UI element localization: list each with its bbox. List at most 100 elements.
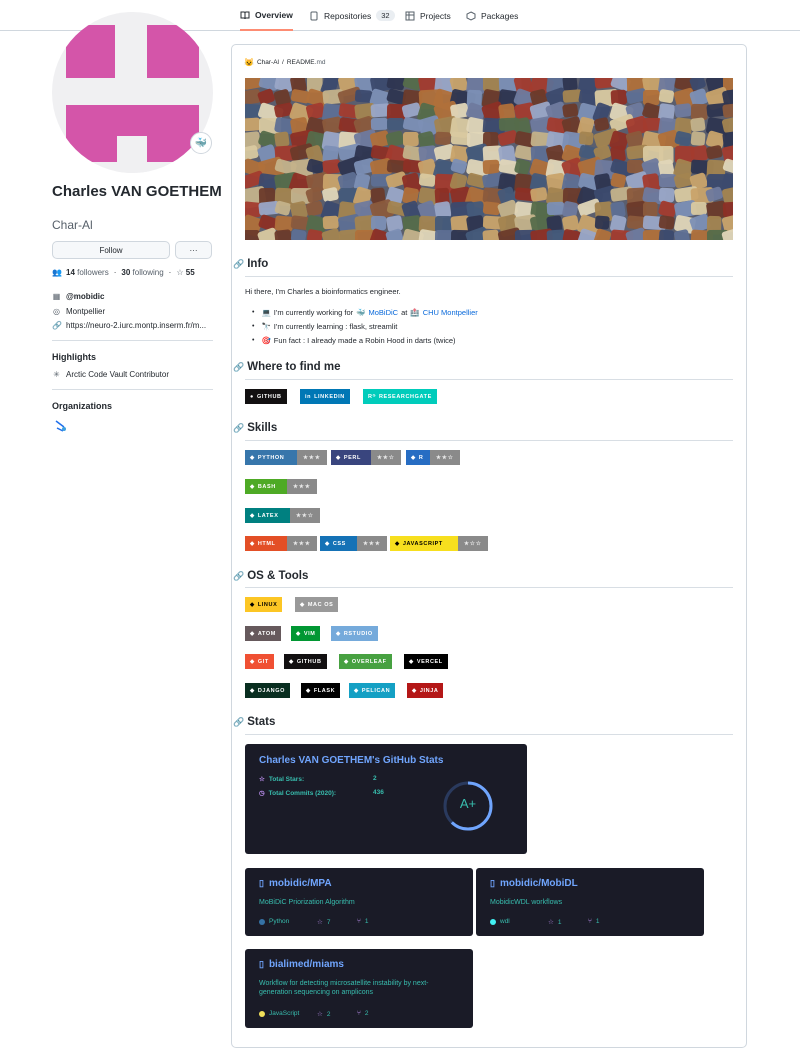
repo-name[interactable]: mobidic/MPA bbox=[269, 878, 332, 889]
highlights-heading: Highlights bbox=[52, 352, 96, 362]
people-icon: 👥 bbox=[52, 268, 62, 277]
hospital-icon: 🏥 bbox=[410, 308, 420, 317]
star-icon: ☆ bbox=[317, 1011, 323, 1018]
package-icon bbox=[466, 10, 476, 21]
link-icon: 🔗 bbox=[52, 321, 62, 330]
profile-name: Charles VAN GOETHEM bbox=[52, 183, 222, 200]
skill-badge[interactable]: ◆ PYTHON ★★★ bbox=[245, 450, 327, 465]
tool-badge[interactable]: ◆ VERCEL bbox=[404, 654, 448, 669]
stats-heading: 🔗 Stats bbox=[233, 716, 276, 728]
tab-projects[interactable]: Projects bbox=[405, 0, 451, 31]
grade-text: A+ bbox=[459, 796, 477, 811]
tool-icon: ◆ bbox=[412, 687, 417, 694]
tool-badge[interactable]: ◆ DJANGO bbox=[245, 683, 290, 698]
organizations-heading: Organizations bbox=[52, 401, 113, 411]
readme-breadcrumb: 😺 Char-Al / README .md bbox=[244, 58, 326, 67]
github-badge[interactable]: ● GITHUB bbox=[245, 389, 287, 404]
skill-icon: ◆ bbox=[250, 512, 255, 519]
repo-name[interactable]: mobidic/MobiDL bbox=[500, 878, 578, 889]
stars-link[interactable]: ☆ 55 bbox=[176, 268, 194, 277]
tab-overview[interactable]: Overview bbox=[240, 0, 293, 31]
location-icon: ◎ bbox=[53, 307, 60, 316]
tool-badge[interactable]: ◆ MAC OS bbox=[295, 597, 339, 612]
snowflake-icon: ✳ bbox=[53, 370, 60, 379]
total-stars-row: ☆ Total Stars: bbox=[259, 775, 305, 784]
repo-name[interactable]: bialimed/miams bbox=[269, 959, 344, 970]
repo-stars: ☆ 1 bbox=[548, 918, 562, 927]
smiley-icon: 😺 bbox=[244, 58, 254, 67]
crumb-user[interactable]: Char-Al bbox=[257, 59, 279, 66]
repo-card[interactable]: ▯ mobidic/MobiDL MobidicWDL workflows wdl ☆ 1… bbox=[476, 868, 704, 936]
anchor-link-icon[interactable]: 🔗 bbox=[233, 259, 244, 270]
skill-badge[interactable]: ◆ CSS ★★★ bbox=[320, 536, 387, 551]
mobidic-link[interactable]: MoBiDiC bbox=[369, 308, 399, 317]
avatar[interactable] bbox=[52, 12, 213, 173]
website-link[interactable]: https://neuro-2.iurc.montp.inserm.fr/m..… bbox=[66, 321, 206, 330]
repo-card[interactable]: ▯ bialimed/miams Workflow for detecting mi… bbox=[245, 949, 473, 1028]
skill-badge[interactable]: ◆ R ★★☆ bbox=[406, 450, 460, 465]
star-icon: ☆ bbox=[176, 268, 184, 277]
repo-description: MobidicWDL workflows bbox=[490, 899, 563, 906]
tool-badge[interactable]: ◆ RSTUDIO bbox=[331, 626, 378, 641]
skill-badge[interactable]: ◆ LATEX ★★☆ bbox=[245, 508, 320, 523]
repo-card[interactable]: ▯ mobidic/MPA MoBiDiC Priorization Algorit… bbox=[245, 868, 473, 936]
linkedin-icon: in bbox=[305, 393, 312, 400]
tool-icon: ◆ bbox=[250, 687, 255, 694]
history-icon: ◷ bbox=[259, 790, 265, 797]
repo-icon: ▯ bbox=[259, 959, 264, 969]
fork-icon: ⑂ bbox=[357, 1010, 361, 1017]
repo-stars: ☆ 7 bbox=[317, 918, 331, 927]
repo-language: Python bbox=[259, 918, 289, 925]
repo-language: JavaScript bbox=[259, 1010, 299, 1017]
skill-badge[interactable]: ◆ HTML ★★★ bbox=[245, 536, 317, 551]
org-link[interactable]: @mobidic bbox=[66, 292, 104, 301]
anchor-link-icon[interactable]: 🔗 bbox=[233, 423, 244, 434]
skill-badge[interactable]: ◆ JAVASCRIPT ★☆☆ bbox=[390, 536, 488, 551]
total-commits-row: ◷ Total Commits (2020): bbox=[259, 789, 337, 798]
tool-badge[interactable]: ◆ GITHUB bbox=[284, 654, 327, 669]
fork-icon: ⑂ bbox=[357, 918, 361, 925]
skill-icon: ◆ bbox=[411, 454, 416, 461]
skill-icon: ◆ bbox=[250, 483, 255, 490]
anchor-link-icon[interactable]: 🔗 bbox=[233, 571, 244, 582]
tool-badge[interactable]: ◆ ATOM bbox=[245, 626, 281, 641]
organization-icon: ▦ bbox=[52, 292, 61, 301]
chu-link[interactable]: CHU Montpellier bbox=[423, 308, 478, 317]
tool-icon: ◆ bbox=[300, 601, 305, 608]
tool-badge[interactable]: ◆ FLASK bbox=[301, 683, 341, 698]
skills-heading: 🔗 Skills bbox=[233, 422, 278, 434]
researchgate-icon: Rᴳ bbox=[368, 393, 376, 400]
tab-packages[interactable]: Packages bbox=[466, 0, 518, 31]
org-line: ▦ @mobidic bbox=[52, 292, 105, 301]
followers-link[interactable]: 14 followers bbox=[66, 268, 109, 277]
more-options-button[interactable]: ··· bbox=[175, 241, 212, 259]
total-stars-value: 2 bbox=[373, 775, 377, 782]
researchgate-badge[interactable]: Rᴳ RESEARCHGATE bbox=[363, 389, 437, 404]
tool-badge[interactable]: ◆ GIT bbox=[245, 654, 274, 669]
anchor-link-icon[interactable]: 🔗 bbox=[233, 717, 244, 728]
status-whale-icon[interactable]: 🐳 bbox=[190, 132, 212, 154]
skill-badge[interactable]: ◆ PERL ★★☆ bbox=[331, 450, 401, 465]
skill-icon: ◆ bbox=[250, 454, 255, 461]
skill-icon: ◆ bbox=[250, 540, 255, 547]
linkedin-badge[interactable]: in LINKEDIN bbox=[300, 389, 350, 404]
following-link[interactable]: 30 following bbox=[121, 268, 163, 277]
tool-badge[interactable]: ◆ JINJA bbox=[407, 683, 444, 698]
repo-forks: ⑂ 1 bbox=[357, 918, 369, 925]
tool-badge[interactable]: ◆ LINUX bbox=[245, 597, 283, 612]
org-avatar-icon[interactable] bbox=[54, 419, 68, 433]
where-heading: 🔗 Where to find me bbox=[233, 361, 341, 373]
total-commits-value: 436 bbox=[373, 789, 384, 796]
anchor-link-icon[interactable]: 🔗 bbox=[233, 362, 244, 373]
tool-icon: ◆ bbox=[344, 658, 349, 665]
follow-button[interactable]: Follow bbox=[52, 241, 170, 259]
repositories-count: 32 bbox=[376, 10, 395, 21]
tool-badge[interactable]: ◆ VIM bbox=[291, 626, 321, 641]
skill-badge[interactable]: ◆ BASH ★★★ bbox=[245, 479, 317, 494]
tool-icon: ◆ bbox=[296, 630, 301, 637]
tab-repositories[interactable]: Repositories 32 bbox=[309, 0, 395, 31]
repo-icon: ▯ bbox=[259, 878, 264, 888]
tool-badge[interactable]: ◆ PELICAN bbox=[349, 683, 396, 698]
project-icon bbox=[405, 11, 415, 21]
tool-badge[interactable]: ◆ OVERLEAF bbox=[339, 654, 392, 669]
